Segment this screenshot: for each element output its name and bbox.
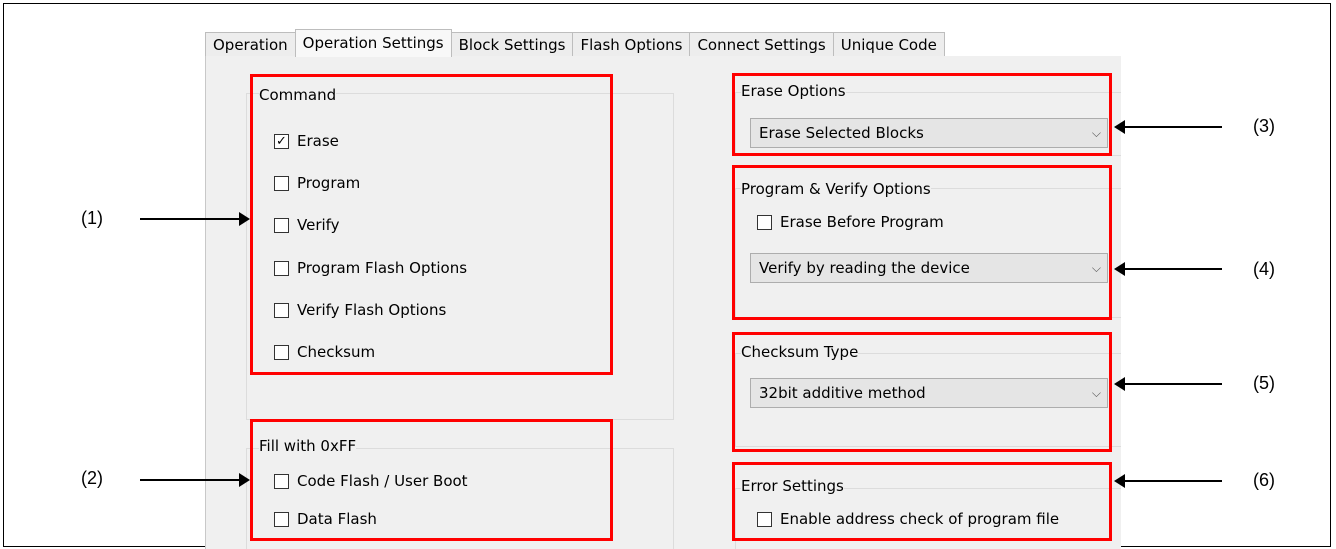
- arrow-left-icon: [1114, 262, 1222, 276]
- tab-unique-code[interactable]: Unique Code: [832, 32, 945, 57]
- highlight-box-2: [250, 419, 613, 541]
- tab-bar: Operation Operation Settings Block Setti…: [205, 29, 945, 57]
- callout-label-2: (2): [81, 468, 103, 488]
- callout-label-5: (5): [1253, 373, 1275, 393]
- highlight-box-3: [732, 73, 1112, 156]
- highlight-box-4: [732, 165, 1112, 320]
- arrow-right-icon: [140, 473, 250, 487]
- arrow-left-icon: [1114, 474, 1222, 488]
- callout-label-4: (4): [1253, 259, 1275, 279]
- arrow-left-icon: [1114, 120, 1222, 134]
- callout-label-6: (6): [1253, 470, 1275, 490]
- tab-flash-options[interactable]: Flash Options: [572, 32, 691, 57]
- highlight-box-6: [732, 462, 1112, 541]
- callout-label-1: (1): [81, 208, 103, 228]
- arrow-left-icon: [1114, 377, 1222, 391]
- callout-label-3: (3): [1253, 116, 1275, 136]
- tab-operation[interactable]: Operation: [205, 32, 296, 57]
- tab-connect-settings[interactable]: Connect Settings: [689, 32, 834, 57]
- tab-block-settings[interactable]: Block Settings: [450, 32, 574, 57]
- highlight-box-5: [732, 332, 1112, 452]
- highlight-box-1: [250, 74, 613, 375]
- arrow-right-icon: [140, 212, 250, 226]
- tab-operation-settings[interactable]: Operation Settings: [294, 29, 452, 57]
